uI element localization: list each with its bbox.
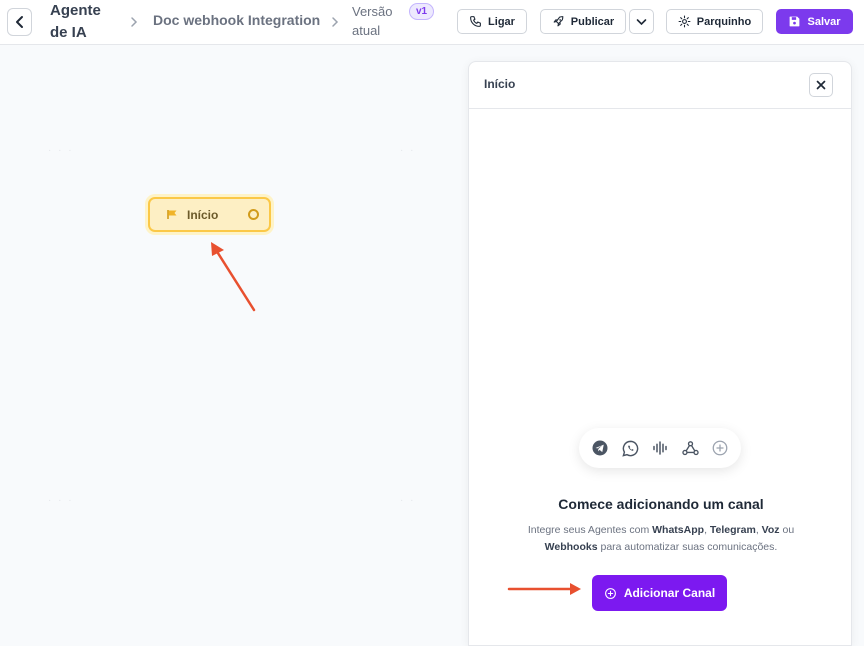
whatsapp-icon [619,437,641,459]
plus-circle-icon [604,587,616,599]
version-badge: v1 [409,3,435,20]
desc-telegram: Telegram [709,524,756,536]
grid-dots: · · [400,145,416,156]
phone-icon [470,16,481,27]
start-node-label: Início [187,207,219,222]
playground-button-label: Parquinho [696,15,752,28]
empty-state-description: Integre seus Agentes com WhatsApp, Teleg… [519,522,803,556]
save-button[interactable]: Salvar [776,9,853,34]
voice-icon [649,437,671,459]
breadcrumb-agent[interactable]: Agente de IA [50,0,112,44]
playground-button[interactable]: Parquinho [666,9,763,34]
breadcrumb-version[interactable]: Versão atual [352,2,400,40]
desc-webhooks: Webhooks [544,541,598,553]
call-button[interactable]: Ligar [457,9,527,34]
webhook-icon [679,437,701,459]
gear-icon [678,15,691,28]
side-panel: Início Comece adicionando um canal Integ… [468,61,852,646]
telegram-icon [589,437,611,459]
chevron-down-icon [636,18,647,25]
breadcrumb-doc[interactable]: Doc webhook Integration [153,12,320,28]
publish-button-label: Publicar [570,15,615,28]
publish-options-button[interactable] [629,9,654,34]
save-button-label: Salvar [807,15,841,28]
back-button[interactable] [7,8,32,36]
empty-state-title: Comece adicionando um canal [558,496,764,512]
add-channel-label: Adicionar Canal [623,586,716,600]
desc-text: ou [779,524,795,536]
desc-text: para automatizar suas comunicações. [597,541,778,553]
grid-dots: · · · [48,495,74,506]
rocket-icon [553,16,564,27]
close-icon [816,80,826,90]
chevron-left-icon [15,16,23,28]
call-button-label: Ligar [488,15,515,28]
close-button[interactable] [809,73,833,97]
add-channel-button[interactable]: Adicionar Canal [592,575,727,611]
chevron-right-icon [330,14,340,30]
desc-voz: Voz [761,524,780,536]
top-header: Agente de IA Doc webhook Integration Ver… [0,0,864,45]
panel-header: Início [469,62,851,109]
publish-button[interactable]: Publicar [540,9,626,34]
add-circle-icon [709,437,731,459]
panel-title: Início [484,77,516,91]
grid-dots: · · [400,495,416,506]
node-output-handle[interactable] [248,209,259,220]
flow-canvas[interactable]: · · · · · · · · · · [0,45,468,646]
desc-whatsapp: WhatsApp [652,524,705,536]
save-icon [790,16,800,27]
channel-icons-group [579,428,741,468]
desc-text: Integre seus Agentes com [527,524,653,536]
grid-dots: · · · [48,145,74,156]
flag-icon [167,210,177,219]
chevron-right-icon [129,14,139,30]
start-node[interactable]: Início [148,197,271,232]
